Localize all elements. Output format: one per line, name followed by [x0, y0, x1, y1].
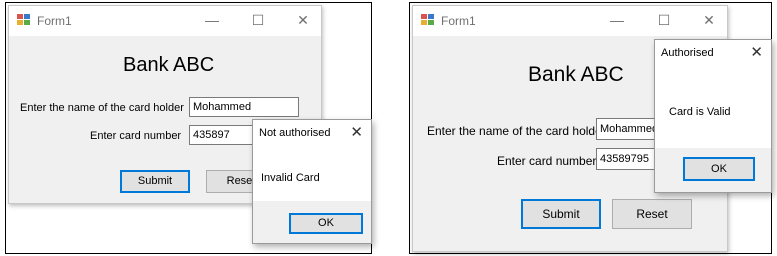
app-icon: [421, 14, 435, 26]
maximize-button[interactable]: ☐: [651, 9, 677, 31]
dialog-title: Not authorised: [259, 127, 331, 139]
right-screenshot-panel: Form1 — ☐ ✕ Bank ABC Enter the name of t…: [409, 2, 772, 254]
left-screenshot-panel: Form1 — ☐ ✕ Bank ABC Enter the name of t…: [5, 2, 372, 254]
card-holder-input[interactable]: Mohammed: [596, 118, 658, 140]
dialog-title: Authorised: [661, 47, 714, 59]
app-icon: [17, 14, 31, 26]
card-number-label: Enter card number: [497, 154, 597, 168]
title-bar: Form1 — ☐ ✕: [413, 6, 727, 36]
card-number-label: Enter card number: [90, 130, 182, 142]
dialog-message: Invalid Card: [261, 172, 320, 184]
window-title: Form1: [441, 14, 476, 28]
dialog-close-icon[interactable]: ✕: [350, 123, 363, 141]
reset-button[interactable]: Reset: [612, 199, 692, 229]
submit-button[interactable]: Submit: [521, 199, 601, 229]
minimize-button[interactable]: —: [604, 9, 630, 31]
dialog-footer: OK: [253, 201, 371, 243]
dialog-close-icon[interactable]: ✕: [750, 43, 763, 61]
ok-button[interactable]: OK: [289, 213, 363, 234]
authorised-dialog: Authorised ✕ Card is Valid OK: [654, 39, 772, 193]
bank-heading: Bank ABC: [528, 63, 624, 86]
dialog-footer: OK: [655, 148, 771, 192]
card-holder-label: Enter the name of the card holder: [427, 124, 606, 138]
not-authorised-dialog: Not authorised ✕ Invalid Card OK: [252, 119, 372, 244]
maximize-button[interactable]: ☐: [245, 9, 271, 31]
card-holder-label: Enter the name of the card holder: [20, 102, 184, 114]
window-title: Form1: [37, 14, 72, 28]
card-holder-input[interactable]: Mohammed: [189, 97, 299, 117]
close-button[interactable]: ✕: [290, 9, 316, 31]
ok-button[interactable]: OK: [683, 157, 755, 181]
close-button[interactable]: ✕: [696, 9, 722, 31]
minimize-button[interactable]: —: [199, 9, 225, 31]
bank-heading: Bank ABC: [123, 54, 215, 76]
dialog-message: Card is Valid: [669, 106, 731, 118]
card-number-input[interactable]: 43589795: [596, 148, 658, 170]
submit-button[interactable]: Submit: [120, 170, 190, 193]
title-bar: Form1 — ☐ ✕: [9, 6, 321, 36]
